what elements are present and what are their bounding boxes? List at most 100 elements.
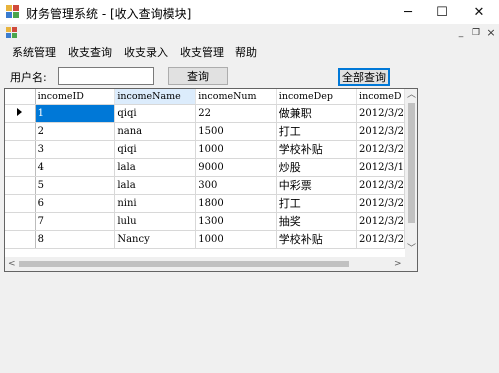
table-cell[interactable]: 2012/3/2 (356, 194, 405, 213)
table-cell[interactable]: 6 (35, 194, 116, 213)
menu-income-expense-entry[interactable]: 收支录入 (124, 44, 168, 60)
table-cell[interactable]: 4 (35, 158, 116, 177)
query-button-label: 查询 (187, 70, 209, 83)
table-row[interactable]: 6 nini 1800 打工 2012/3/2 (5, 194, 405, 213)
username-label: 用户名: (10, 71, 47, 84)
table-row[interactable]: 3 qiqi 1000 学校补贴 2012/3/2 (5, 140, 405, 159)
table-cell[interactable]: 做兼职 (276, 104, 358, 123)
column-header[interactable]: incomeName (114, 89, 197, 105)
table-cell[interactable]: 2012/3/2 (356, 140, 405, 159)
row-header[interactable] (5, 212, 36, 231)
current-row-arrow-icon (17, 107, 23, 116)
table-row[interactable]: 8 Nancy 1000 学校补贴 2012/3/2 (5, 230, 405, 249)
table-cell[interactable]: 3 (35, 140, 116, 159)
vertical-scrollbar[interactable]: ︿ ﹀ (405, 89, 417, 257)
window-title: 财务管理系统 - [收入查询模块] (26, 7, 192, 21)
menu-system-management[interactable]: 系统管理 (12, 44, 56, 60)
table-cell[interactable]: 学校补贴 (276, 140, 358, 159)
row-header[interactable] (5, 122, 36, 141)
scroll-left-icon[interactable]: < (8, 260, 16, 269)
scroll-right-icon[interactable]: > (394, 260, 402, 269)
table-cell[interactable]: 2012/3/1 (356, 158, 405, 177)
table-cell[interactable]: nana (114, 122, 197, 141)
table-cell[interactable]: lulu (114, 212, 197, 231)
title-bar[interactable]: 财务管理系统 - [收入查询模块] ─ ☐ ✕ (0, 0, 499, 24)
mdi-minimize-button[interactable]: _ (454, 27, 468, 39)
maximize-button[interactable]: ☐ (425, 0, 459, 24)
column-header[interactable]: incomeID (35, 89, 116, 105)
table-cell[interactable]: nini (114, 194, 197, 213)
query-button[interactable]: 查询 (168, 67, 228, 85)
table-cell[interactable]: qiqi (114, 104, 197, 123)
table-cell[interactable]: 炒股 (276, 158, 358, 177)
table-cell[interactable]: 1000 (195, 140, 277, 159)
table-cell[interactable]: 1300 (195, 212, 277, 231)
table-cell[interactable]: 抽奖 (276, 212, 358, 231)
close-icon: ✕ (473, 4, 485, 20)
table-cell[interactable]: 2012/3/2 (356, 176, 405, 195)
menu-help[interactable]: 帮助 (235, 44, 257, 60)
close-button[interactable]: ✕ (462, 0, 496, 24)
horizontal-scrollbar[interactable]: < > (5, 257, 405, 271)
vertical-scroll-thumb[interactable] (408, 103, 415, 223)
table-cell[interactable]: lala (114, 158, 197, 177)
table-cell[interactable]: Nancy (114, 230, 197, 249)
table-cell[interactable]: 1 (35, 104, 116, 123)
column-header[interactable]: incomeNum (195, 89, 277, 105)
table-cell[interactable]: 5 (35, 176, 116, 195)
query-all-button[interactable]: 全部查询 (338, 68, 390, 86)
table-cell[interactable]: 300 (195, 176, 277, 195)
header-row: incomeID incomeName incomeNum incomeDep … (5, 89, 405, 105)
row-header[interactable] (5, 158, 36, 177)
table-cell[interactable]: 8 (35, 230, 116, 249)
income-table: incomeID incomeName incomeNum incomeDep … (5, 89, 405, 249)
table-row[interactable]: 4 lala 9000 炒股 2012/3/1 (5, 158, 405, 177)
income-data-grid: incomeID incomeName incomeNum incomeDep … (4, 88, 418, 272)
table-cell[interactable]: 2012/3/2 (356, 104, 405, 123)
row-header[interactable] (5, 104, 36, 123)
menu-income-expense-query[interactable]: 收支查询 (68, 44, 112, 60)
minimize-button[interactable]: ─ (391, 0, 425, 24)
grid-viewport: incomeID incomeName incomeNum incomeDep … (5, 89, 405, 257)
table-cell[interactable]: 中彩票 (276, 176, 358, 195)
row-header[interactable] (5, 176, 36, 195)
username-input[interactable] (58, 67, 154, 85)
table-cell[interactable]: 9000 (195, 158, 277, 177)
mdi-close-button[interactable]: × (484, 27, 498, 39)
query-all-button-label: 全部查询 (342, 71, 386, 84)
table-cell[interactable]: 2012/3/2 (356, 230, 405, 249)
table-row[interactable]: 7 lulu 1300 抽奖 2012/3/2 (5, 212, 405, 231)
minimize-icon: ─ (404, 4, 412, 20)
row-header[interactable] (5, 230, 36, 249)
scroll-down-icon[interactable]: ﹀ (407, 245, 416, 254)
column-header[interactable]: incomeD (356, 89, 405, 105)
table-cell[interactable]: 2012/3/2 (356, 212, 405, 231)
table-cell[interactable]: lala (114, 176, 197, 195)
table-cell[interactable]: 1800 (195, 194, 277, 213)
table-cell[interactable]: 打工 (276, 122, 358, 141)
table-row[interactable]: 1 qiqi 22 做兼职 2012/3/2 (5, 104, 405, 123)
table-cell[interactable]: 2 (35, 122, 116, 141)
table-cell[interactable]: qiqi (114, 140, 197, 159)
table-cell[interactable]: 1000 (195, 230, 277, 249)
grid-body: 1 qiqi 22 做兼职 2012/3/2 2 nana 1500 打工 2012/3/2 3 qi… (5, 104, 405, 249)
table-cell[interactable]: 打工 (276, 194, 358, 213)
table-cell[interactable]: 7 (35, 212, 116, 231)
row-header[interactable] (5, 194, 36, 213)
row-header[interactable] (5, 140, 36, 159)
table-row[interactable]: 2 nana 1500 打工 2012/3/2 (5, 122, 405, 141)
menu-income-expense-management[interactable]: 收支管理 (180, 44, 224, 60)
table-cell[interactable]: 2012/3/2 (356, 122, 405, 141)
table-cell[interactable]: 学校补贴 (276, 230, 358, 249)
table-row[interactable]: 5 lala 300 中彩票 2012/3/2 (5, 176, 405, 195)
mdi-restore-button[interactable]: ❐ (469, 27, 483, 39)
app-icon (6, 5, 19, 18)
table-cell[interactable]: 22 (195, 104, 277, 123)
table-cell[interactable]: 1500 (195, 122, 277, 141)
maximize-icon: ☐ (436, 4, 448, 20)
row-header-corner[interactable] (5, 89, 36, 105)
scroll-up-icon[interactable]: ︿ (407, 91, 416, 100)
mdi-child-icon[interactable] (6, 27, 18, 39)
horizontal-scroll-thumb[interactable] (19, 261, 349, 267)
column-header[interactable]: incomeDep (276, 89, 358, 105)
